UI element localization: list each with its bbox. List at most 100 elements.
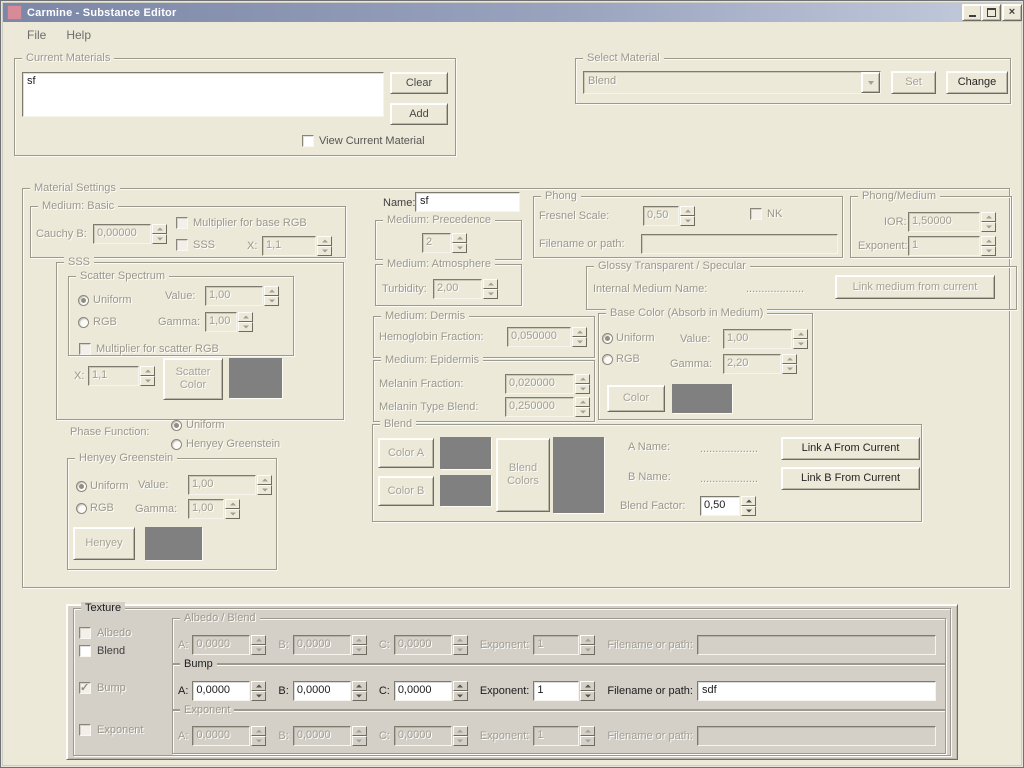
- spin-down: [352, 645, 367, 655]
- link-b-button[interactable]: Link B From Current: [781, 467, 920, 490]
- bump-exponent-spinner[interactable]: 1: [533, 681, 595, 701]
- bump-row: A: 0,0000 B: 0,0000 C: 0,0000 Exponent: …: [178, 680, 936, 702]
- spin-up: [453, 726, 468, 736]
- hg-uniform-radio: [76, 481, 87, 492]
- blend-label: Blend: [380, 418, 416, 430]
- phong-filename-label: Filename or path:: [539, 238, 625, 250]
- maximize-icon: [987, 8, 996, 17]
- blend-factor-label: Blend Factor:: [620, 500, 685, 512]
- maximize-button[interactable]: [981, 4, 1001, 21]
- filename-label: Filename or path:: [607, 639, 693, 651]
- spin-down: [225, 509, 240, 519]
- spin-up[interactable]: [251, 681, 266, 691]
- albedo-c-spinner: 0,0000: [394, 635, 468, 655]
- multiplier-base-rgb-label: Multiplier for base RGB: [193, 217, 307, 229]
- minimize-icon: [969, 15, 976, 17]
- spin-up: [981, 212, 996, 222]
- scatter-uniform-radio: [78, 295, 89, 306]
- bump-filename-input[interactable]: sdf: [697, 681, 936, 701]
- spin-down: [483, 289, 498, 299]
- spin-up: [225, 499, 240, 509]
- view-current-material-checkbox[interactable]: [302, 135, 314, 147]
- spin-down: [575, 384, 590, 394]
- clear-button[interactable]: Clear: [390, 72, 448, 94]
- base-color-label: Base Color (Absorb in Medium): [606, 307, 767, 319]
- close-button[interactable]: ×: [1002, 4, 1022, 21]
- scatter-value-spinner: 1,00: [205, 286, 279, 306]
- spin-up: [981, 236, 996, 246]
- spin-down[interactable]: [251, 691, 266, 701]
- hg-rgb-radio: [76, 503, 87, 514]
- select-material-label: Select Material: [583, 52, 664, 64]
- scatter-color-button: Scatter Color: [163, 358, 223, 400]
- texture-label: Texture: [81, 602, 125, 614]
- phase-henyey-label: Henyey Greenstein: [186, 438, 280, 450]
- b-label: B:: [278, 639, 288, 651]
- link-medium-button: Link medium from current: [835, 275, 995, 299]
- spin-down: [452, 243, 467, 253]
- scatter-color-swatch: [229, 358, 282, 398]
- list-item[interactable]: sf: [27, 75, 379, 87]
- scatter-rgb-radio: [78, 317, 89, 328]
- hg-gamma-label: Gamma:: [135, 503, 177, 515]
- material-settings-label: Material Settings: [30, 182, 120, 194]
- menu-help[interactable]: Help: [60, 26, 97, 44]
- henyey-greenstein-label: Henyey Greenstein: [75, 452, 177, 464]
- spin-down: [981, 246, 996, 256]
- spin-down[interactable]: [453, 691, 468, 701]
- minimize-button[interactable]: [962, 4, 982, 21]
- phase-henyey-radio: [171, 439, 182, 450]
- filename-label: Filename or path:: [607, 685, 693, 697]
- exponent-label: Exponent:: [480, 639, 530, 651]
- menubar: File Help: [3, 22, 1021, 48]
- change-button[interactable]: Change: [946, 71, 1008, 94]
- window-title: Carmine - Substance Editor: [27, 7, 176, 19]
- blend-checkbox[interactable]: [79, 645, 91, 657]
- current-materials-list[interactable]: sf: [22, 72, 384, 117]
- base-value-spinner: 1,00: [723, 329, 808, 349]
- bump-checkbox-label: Bump: [97, 682, 126, 694]
- spin-up: [140, 366, 155, 376]
- spin-down: [264, 296, 279, 306]
- link-a-button[interactable]: Link A From Current: [781, 437, 920, 460]
- base-value-label: Value:: [680, 333, 710, 345]
- spin-down: [251, 736, 266, 746]
- exponent-checkbox-label: Exponent: [97, 724, 143, 736]
- internal-medium-name-value: ...................: [746, 283, 804, 295]
- close-icon: ×: [1009, 7, 1015, 18]
- spin-up: [782, 354, 797, 364]
- titlebar: Carmine - Substance Editor: [3, 3, 1021, 22]
- blend-factor-spinner[interactable]: 0,50: [700, 496, 756, 516]
- phong-exponent-label: Exponent:: [858, 240, 908, 252]
- spin-up: [152, 224, 167, 234]
- exponent-a-spinner: 0,0000: [192, 726, 266, 746]
- spin-down: [782, 364, 797, 374]
- bump-b-spinner[interactable]: 0,0000: [293, 681, 367, 701]
- spin-up[interactable]: [741, 496, 756, 506]
- bump-row-label: Bump: [180, 658, 217, 670]
- add-button[interactable]: Add: [390, 103, 448, 125]
- menu-file[interactable]: File: [21, 26, 52, 44]
- color-b-swatch: [440, 475, 491, 506]
- material-dropdown-value: Blend: [584, 72, 861, 93]
- exponent-checkbox: [79, 724, 91, 736]
- bump-c-spinner[interactable]: 0,0000: [394, 681, 468, 701]
- spin-down[interactable]: [580, 691, 595, 701]
- albedo-blend-row: A: 0,0000 B: 0,0000 C: 0,0000 Exponent: …: [178, 634, 936, 656]
- ior-spinner: 1,50000: [908, 212, 996, 232]
- name-input[interactable]: sf: [415, 192, 520, 212]
- bump-a-spinner[interactable]: 0,0000: [192, 681, 266, 701]
- spin-up: [352, 635, 367, 645]
- phong-label: Phong: [541, 190, 581, 202]
- spin-up[interactable]: [580, 681, 595, 691]
- henyey-button: Henyey: [73, 527, 135, 560]
- spin-down: [680, 216, 695, 226]
- spin-down: [251, 645, 266, 655]
- albedo-b-spinner: 0,0000: [293, 635, 367, 655]
- spin-up[interactable]: [453, 681, 468, 691]
- spin-down[interactable]: [741, 506, 756, 516]
- spin-down[interactable]: [352, 691, 367, 701]
- sss-x-spinner: 1,1: [88, 366, 155, 386]
- scatter-spectrum-label: Scatter Spectrum: [76, 270, 169, 282]
- spin-up[interactable]: [352, 681, 367, 691]
